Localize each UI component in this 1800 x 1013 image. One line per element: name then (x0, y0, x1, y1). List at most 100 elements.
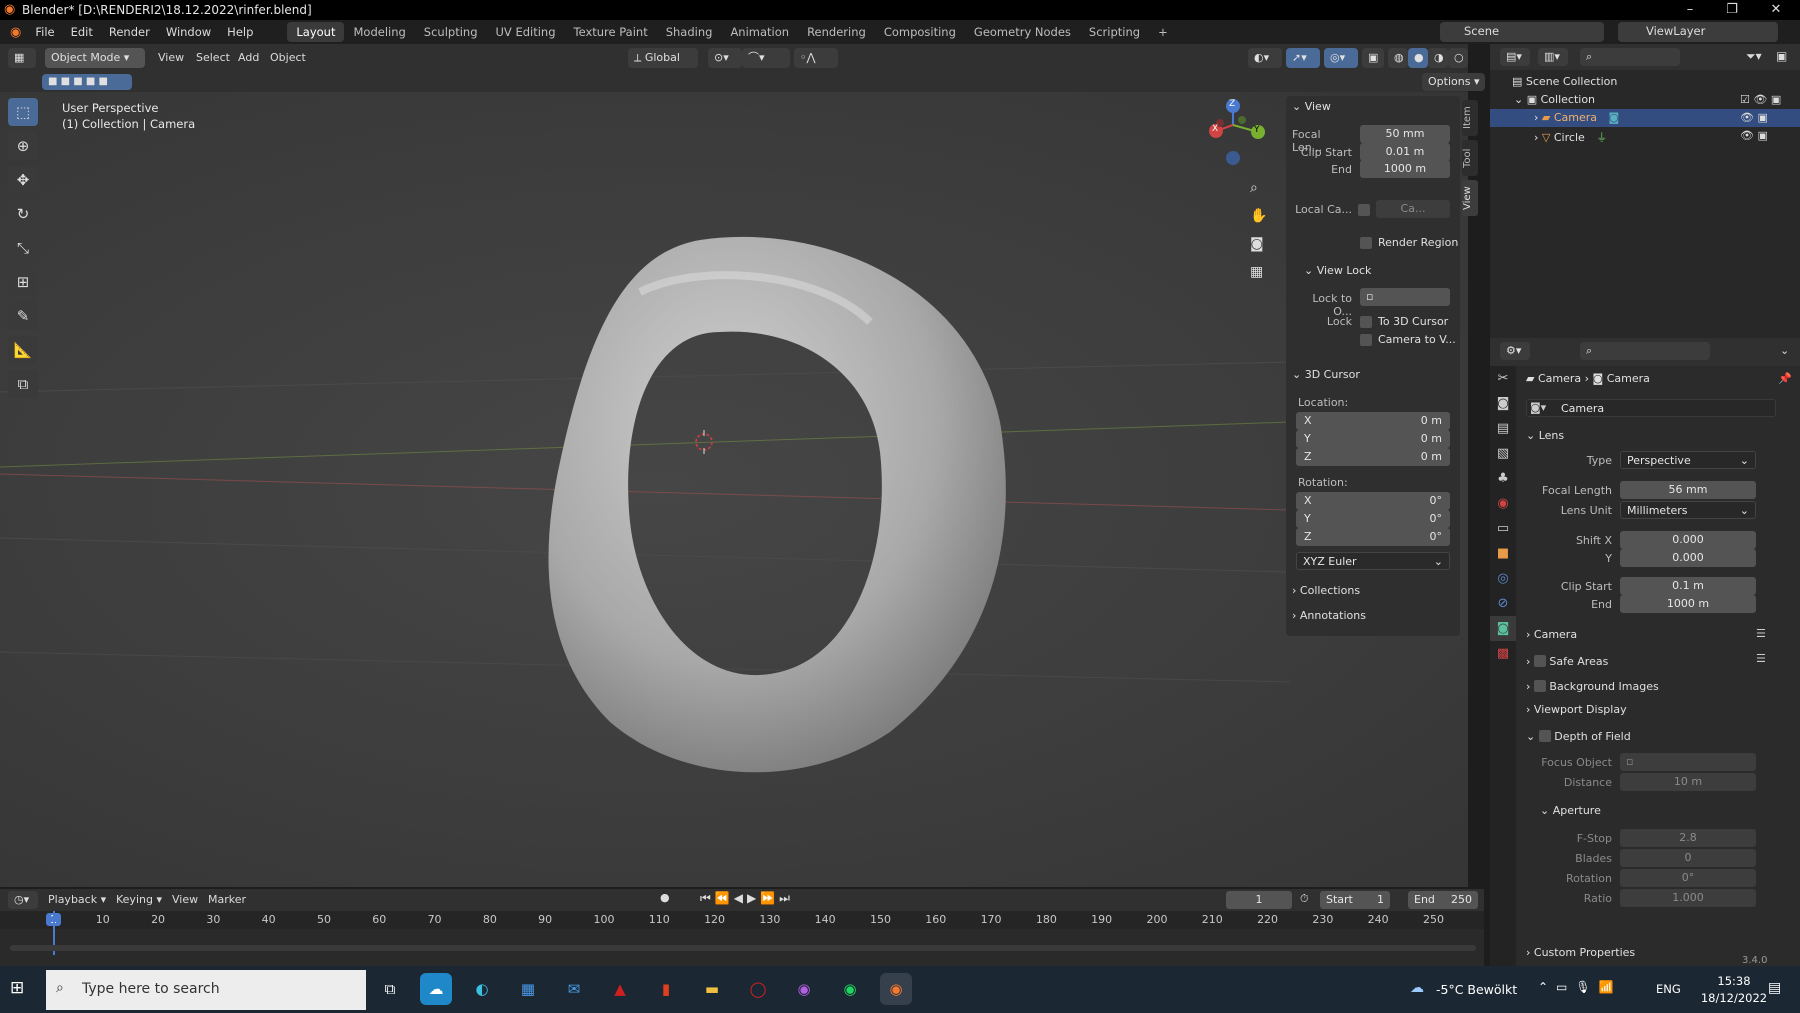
lock-3d-cursor-checkbox[interactable] (1360, 316, 1372, 328)
view-lock-header[interactable]: ⌄ View Lock (1304, 264, 1371, 277)
circle-visibility-icon[interactable]: 👁 ▣ (1740, 129, 1768, 142)
focal-length-field[interactable]: 50 mm (1360, 125, 1450, 143)
cursor-location-y[interactable]: Y 0 m (1296, 430, 1450, 448)
menu-render[interactable]: Render (101, 25, 158, 39)
display-mode-icon[interactable]: ▥▾ (1538, 48, 1568, 66)
camera-datablock-field[interactable]: Camera (1526, 399, 1776, 417)
outliner-item-circle[interactable]: › ▽ Circle ⏚ 👁 ▣ (1490, 127, 1800, 145)
add-workspace-button[interactable]: + (1149, 22, 1177, 42)
preset-list-icon[interactable]: ☰ (1756, 627, 1766, 640)
menu-window[interactable]: Window (158, 25, 219, 39)
notifications-icon[interactable]: ▤ (1768, 980, 1781, 996)
fstop-field[interactable]: 2.8 (1620, 829, 1756, 847)
view-layer-tab-icon[interactable]: ▧ (1490, 441, 1516, 466)
menu-add[interactable]: Add (238, 48, 259, 68)
frame-ruler[interactable]: 1102030405060708090100110120130140150160… (0, 911, 1484, 929)
pan-hand-icon[interactable]: ✋ (1250, 208, 1267, 224)
aperture-rotation-field[interactable]: 0° (1620, 869, 1756, 887)
cursor-rotation-y[interactable]: Y 0° (1296, 510, 1450, 528)
lens-type-dropdown[interactable]: Perspective ⌄ (1620, 451, 1756, 469)
render-tab-icon[interactable]: ◙ (1490, 391, 1516, 416)
transform-icon[interactable]: ⊞ (8, 268, 38, 296)
language-indicator[interactable]: ENG (1656, 982, 1681, 996)
store-icon[interactable]: ▦ (512, 973, 544, 1005)
mail-icon[interactable]: ✉ (558, 973, 590, 1005)
camera-visibility-icon[interactable]: 👁 ▣ (1740, 111, 1768, 124)
taskbar-search-input[interactable]: ⌕ Type here to search (46, 970, 366, 1010)
clip-end-field[interactable]: 1000 m (1360, 160, 1450, 178)
select-box-icon[interactable]: ⬚ (8, 98, 38, 126)
new-collection-icon[interactable]: ▣ (1776, 49, 1787, 63)
tab-view[interactable]: View (1462, 180, 1478, 216)
editor-type-button[interactable]: ▦ (8, 48, 36, 68)
annotations-section[interactable]: › Annotations (1292, 609, 1366, 622)
material-shading-icon[interactable]: ◑ (1428, 48, 1448, 68)
distance-field[interactable]: 10 m (1620, 773, 1756, 791)
minimize-button[interactable]: – (1670, 0, 1710, 20)
menu-edit[interactable]: Edit (63, 25, 101, 39)
cursor-rotation-x[interactable]: X 0° (1296, 492, 1450, 510)
viewlayer-selector[interactable]: ViewLayer (1618, 22, 1778, 42)
xray-icon[interactable]: ▣ (1362, 48, 1384, 68)
output-tab-icon[interactable]: ▤ (1490, 416, 1516, 441)
pivot-icon[interactable]: ⊙▾ (708, 48, 742, 68)
close-button[interactable]: ✕ (1756, 0, 1796, 20)
transform-orientation-dropdown[interactable]: ⟂ Global (628, 48, 698, 68)
maximize-button[interactable]: ❐ (1712, 0, 1752, 20)
scale-icon[interactable]: ⤡ (8, 234, 38, 262)
camera-to-view-checkbox[interactable] (1360, 334, 1372, 346)
safe-areas-checkbox[interactable] (1533, 655, 1546, 667)
dof-checkbox[interactable] (1538, 730, 1551, 742)
timeline-editor-type[interactable]: ◷▾ (8, 891, 38, 909)
background-images-checkbox[interactable] (1533, 680, 1546, 692)
zoom-icon[interactable]: ⌕ (1250, 180, 1258, 196)
options-dropdown[interactable]: Options ▾ (1422, 73, 1486, 91)
tab-uv-editing[interactable]: UV Editing (487, 22, 565, 42)
ratio-field[interactable]: 1.000 (1620, 889, 1756, 907)
tab-compositing[interactable]: Compositing (875, 22, 965, 42)
filter-icon[interactable]: ⏷▾ (1746, 49, 1762, 64)
end-frame-field[interactable]: End 250 (1408, 891, 1478, 909)
local-camera-checkbox[interactable] (1358, 204, 1370, 216)
physics-tab-icon[interactable]: ◎ (1490, 566, 1516, 591)
playback-menu[interactable]: Playback ▾ (48, 890, 106, 910)
annotate-icon[interactable]: ✎ (8, 302, 38, 330)
tab-scripting[interactable]: Scripting (1080, 22, 1149, 42)
snap-icon[interactable]: ⌒▾ (742, 48, 790, 68)
file-explorer-icon[interactable]: ▬ (696, 973, 728, 1005)
tab-item[interactable]: Item (1462, 100, 1478, 136)
local-camera-field[interactable]: Ca... (1376, 200, 1450, 218)
cursor-location-x[interactable]: X 0 m (1296, 412, 1450, 430)
lens-section-header[interactable]: ⌄ Lens (1526, 429, 1564, 442)
object-tab-icon[interactable]: ■ (1490, 541, 1516, 566)
overlay-toggle-icon[interactable]: ◎▾ (1324, 48, 1358, 68)
outliner-search-input[interactable]: ⌕ (1580, 48, 1680, 66)
tab-geometry-nodes[interactable]: Geometry Nodes (965, 22, 1080, 42)
mode-dropdown[interactable]: Object Mode ▾ (45, 48, 145, 68)
tab-animation[interactable]: Animation (721, 22, 798, 42)
collection-tab-icon[interactable]: ▭ (1490, 516, 1516, 541)
blades-field[interactable]: 0 (1620, 849, 1756, 867)
clip-start-prop-field[interactable]: 0.1 m (1620, 577, 1756, 595)
collection-row[interactable]: ⌄ ▣ Collection (1514, 93, 1595, 106)
visibility-icon[interactable]: ◐▾ (1248, 48, 1282, 68)
properties-options-icon[interactable]: ⌄ (1780, 344, 1789, 357)
clip-start-field[interactable]: 0.01 m (1360, 143, 1450, 161)
menu-object[interactable]: Object (270, 48, 306, 68)
safe-areas-section[interactable]: › Safe Areas (1526, 653, 1608, 668)
rotation-mode-dropdown[interactable]: XYZ Euler ⌄ (1296, 552, 1450, 570)
collection-checkbox-icon[interactable]: ☑ 👁 ▣ (1740, 93, 1781, 106)
timeline-scrollbar[interactable] (10, 945, 1476, 951)
tab-texture-paint[interactable]: Texture Paint (565, 22, 657, 42)
office-icon[interactable]: ▮ (650, 973, 682, 1005)
collections-section[interactable]: › Collections (1292, 584, 1360, 597)
timeline-view-menu[interactable]: View (172, 890, 198, 910)
move-icon[interactable]: ✥ (8, 166, 38, 194)
keying-menu[interactable]: Keying ▾ (116, 890, 162, 910)
camera-view-icon[interactable]: ◙ (1250, 236, 1264, 252)
lock-object-field[interactable]: ▫ (1360, 288, 1450, 306)
current-frame-field[interactable]: 1 (1226, 891, 1292, 909)
clip-end-prop-field[interactable]: 1000 m (1620, 595, 1756, 613)
aperture-section-header[interactable]: ⌄ Aperture (1540, 804, 1601, 817)
3d-viewport[interactable]: Z X Y ⌕ ✋ ◙ ▦ User Perspective (1) Colle… (0, 92, 1468, 887)
